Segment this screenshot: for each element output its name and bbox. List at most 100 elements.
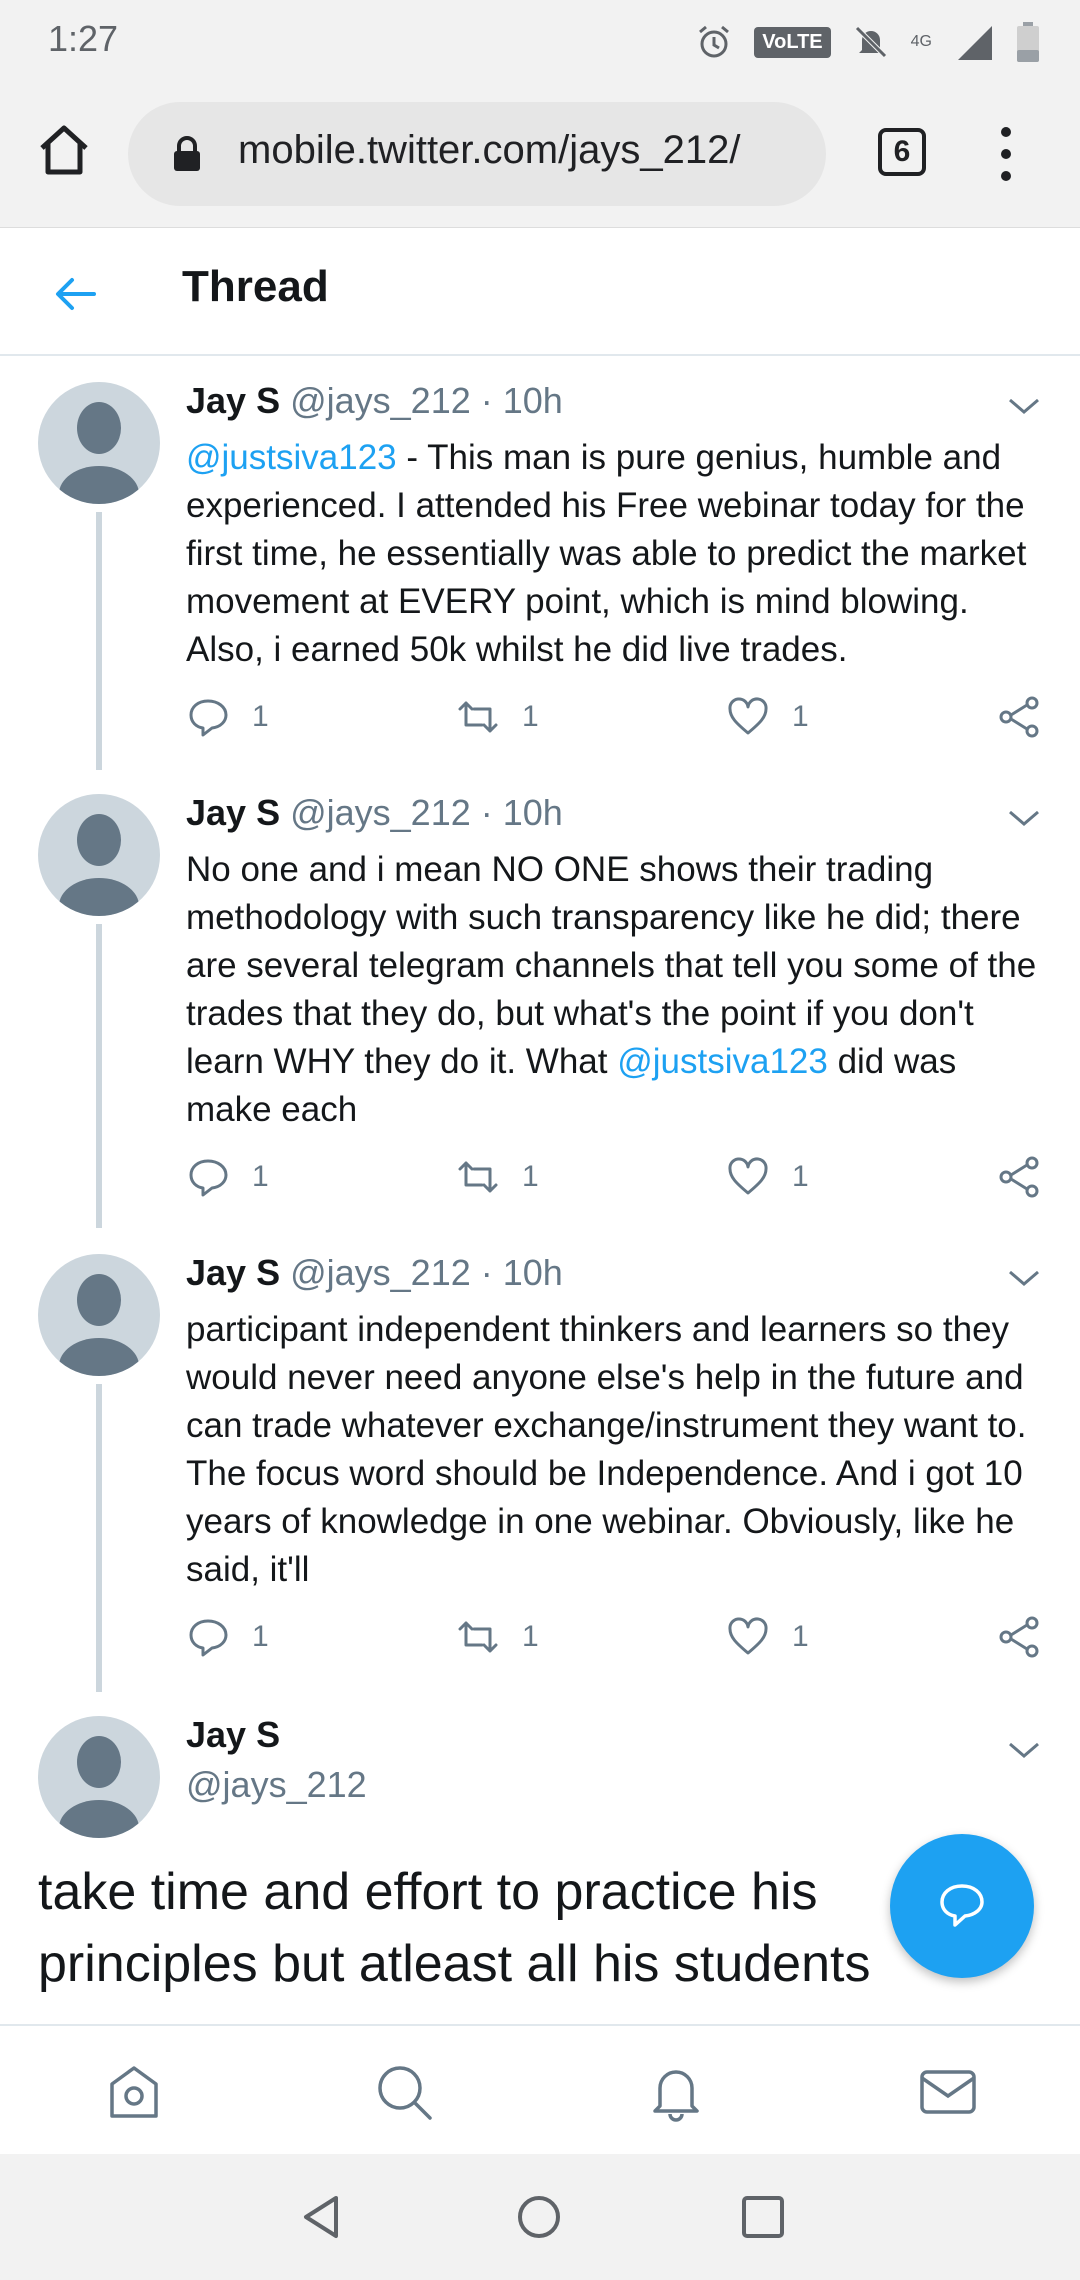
reply-count: 1 bbox=[252, 700, 269, 733]
reply-button[interactable]: 1 bbox=[186, 1152, 269, 1202]
tweet-actions: 1 1 1 bbox=[186, 692, 1046, 742]
default-avatar-icon bbox=[59, 402, 139, 504]
status-icons: VoLTE 4G bbox=[696, 20, 1040, 64]
heart-icon bbox=[728, 1617, 768, 1655]
signal-icon bbox=[958, 26, 992, 60]
tweet-header: Jay S @jays_212 · 10h bbox=[186, 380, 563, 422]
share-icon bbox=[999, 696, 1039, 738]
volte-badge: VoLTE bbox=[754, 26, 831, 58]
bottom-navigation bbox=[0, 2024, 1080, 2154]
avatar[interactable] bbox=[38, 382, 160, 504]
retweet-icon bbox=[458, 701, 498, 733]
mention-link[interactable]: @justsiva123 bbox=[617, 1042, 828, 1081]
thread-connector-line bbox=[96, 1384, 102, 1692]
like-count: 1 bbox=[792, 700, 809, 733]
tweet[interactable]: Jay S @jays_212 · 10h @justsiva123 - Thi… bbox=[0, 360, 1080, 770]
messages-icon[interactable] bbox=[918, 2062, 978, 2122]
author-handle[interactable]: @jays_212 bbox=[186, 1764, 367, 1806]
thread-connector-line bbox=[96, 924, 102, 1228]
author-name[interactable]: Jay S bbox=[186, 1252, 280, 1293]
reply-icon bbox=[189, 699, 228, 737]
network-label: 4G bbox=[910, 33, 932, 50]
tweet[interactable]: Jay S @jays_212 · 10h participant indepe… bbox=[0, 1232, 1080, 1692]
url-text: mobile.twitter.com/jays_212/ bbox=[238, 128, 741, 172]
chevron-down-icon[interactable] bbox=[1006, 1738, 1042, 1762]
default-avatar-icon bbox=[59, 814, 139, 916]
tweet[interactable]: Jay S @jays_212 · 10h No one and i mean … bbox=[0, 772, 1080, 1228]
like-count: 1 bbox=[792, 1620, 809, 1653]
tweet-text: participant independent thinkers and lea… bbox=[186, 1310, 1027, 1589]
like-button[interactable]: 1 bbox=[726, 1152, 809, 1202]
tweet-actions: 1 1 1 bbox=[186, 1152, 1046, 1202]
share-button[interactable] bbox=[998, 692, 1042, 742]
alarm-icon bbox=[699, 25, 730, 58]
reply-button[interactable]: 1 bbox=[186, 692, 269, 742]
heart-icon bbox=[728, 697, 768, 735]
retweet-button[interactable]: 1 bbox=[456, 1612, 539, 1662]
chevron-down-icon[interactable] bbox=[1006, 1266, 1042, 1290]
reply-count: 1 bbox=[252, 1620, 269, 1653]
default-avatar-icon bbox=[59, 1736, 139, 1838]
like-button[interactable]: 1 bbox=[726, 1612, 809, 1662]
share-button[interactable] bbox=[998, 1152, 1042, 1202]
tab-switcher-button[interactable]: 6 bbox=[878, 128, 926, 176]
author-name[interactable]: Jay S bbox=[186, 1714, 280, 1756]
author-name[interactable]: Jay S bbox=[186, 792, 280, 833]
retweet-count: 1 bbox=[522, 1160, 539, 1193]
nav-recents-icon[interactable] bbox=[738, 2192, 788, 2242]
tweet-header: Jay S @jays_212 · 10h bbox=[186, 1252, 563, 1294]
reply-button[interactable]: 1 bbox=[186, 1612, 269, 1662]
like-button[interactable]: 1 bbox=[726, 692, 809, 742]
share-button[interactable] bbox=[998, 1612, 1042, 1662]
compose-reply-icon bbox=[940, 1884, 984, 1927]
share-icon bbox=[999, 1156, 1039, 1198]
page-title: Thread bbox=[182, 262, 329, 311]
tweet-text: No one and i mean NO ONE shows their tra… bbox=[186, 846, 1046, 1134]
retweet-icon bbox=[458, 1621, 498, 1653]
retweet-button[interactable]: 1 bbox=[456, 692, 539, 742]
compose-reply-button[interactable] bbox=[890, 1834, 1034, 1978]
reply-count: 1 bbox=[252, 1160, 269, 1193]
nav-home-icon[interactable] bbox=[514, 2192, 564, 2242]
nav-back-icon[interactable] bbox=[296, 2192, 346, 2242]
battery-icon bbox=[1017, 22, 1039, 62]
focused-tweet-text: take time and effort to practice his pri… bbox=[38, 1863, 871, 1993]
chevron-down-icon[interactable] bbox=[1006, 806, 1042, 830]
retweet-button[interactable]: 1 bbox=[456, 1152, 539, 1202]
default-avatar-icon bbox=[59, 1274, 139, 1376]
lock-icon bbox=[174, 136, 200, 171]
chevron-down-icon[interactable] bbox=[1006, 394, 1042, 418]
more-options-icon[interactable] bbox=[990, 124, 1022, 184]
url-bar[interactable]: mobile.twitter.com/jays_212/ bbox=[128, 102, 826, 206]
status-time: 1:27 bbox=[48, 18, 119, 59]
share-icon bbox=[999, 1616, 1039, 1658]
reply-icon bbox=[189, 1159, 228, 1197]
author-handle-time: @jays_212 · 10h bbox=[280, 380, 563, 421]
back-arrow-icon[interactable] bbox=[52, 270, 100, 318]
heart-icon bbox=[728, 1157, 768, 1195]
mention-link[interactable]: @justsiva123 bbox=[186, 438, 397, 477]
notifications-off-icon bbox=[854, 26, 887, 58]
home-icon[interactable] bbox=[34, 120, 94, 180]
status-bar: 1:27 VoLTE 4G bbox=[0, 0, 1080, 80]
author-name[interactable]: Jay S bbox=[186, 380, 280, 421]
system-navigation-bar bbox=[0, 2154, 1080, 2280]
home-tab-icon[interactable] bbox=[104, 2062, 164, 2122]
author-handle-time: @jays_212 · 10h bbox=[280, 792, 563, 833]
avatar[interactable] bbox=[38, 1254, 160, 1376]
notifications-icon[interactable] bbox=[646, 2062, 706, 2122]
thread-connector-line bbox=[96, 512, 102, 770]
avatar[interactable] bbox=[38, 794, 160, 916]
like-count: 1 bbox=[792, 1160, 809, 1193]
tweet-text: @justsiva123 - This man is pure genius, … bbox=[186, 434, 1046, 674]
retweet-icon bbox=[458, 1161, 498, 1193]
reply-icon bbox=[189, 1619, 228, 1657]
avatar[interactable] bbox=[38, 1716, 160, 1838]
author-handle-time: @jays_212 · 10h bbox=[280, 1252, 563, 1293]
search-icon[interactable] bbox=[374, 2062, 434, 2122]
retweet-count: 1 bbox=[522, 700, 539, 733]
browser-toolbar: mobile.twitter.com/jays_212/ 6 bbox=[0, 80, 1080, 228]
retweet-count: 1 bbox=[522, 1620, 539, 1653]
tweet-header: Jay S @jays_212 · 10h bbox=[186, 792, 563, 834]
thread-header: Thread bbox=[0, 228, 1080, 356]
